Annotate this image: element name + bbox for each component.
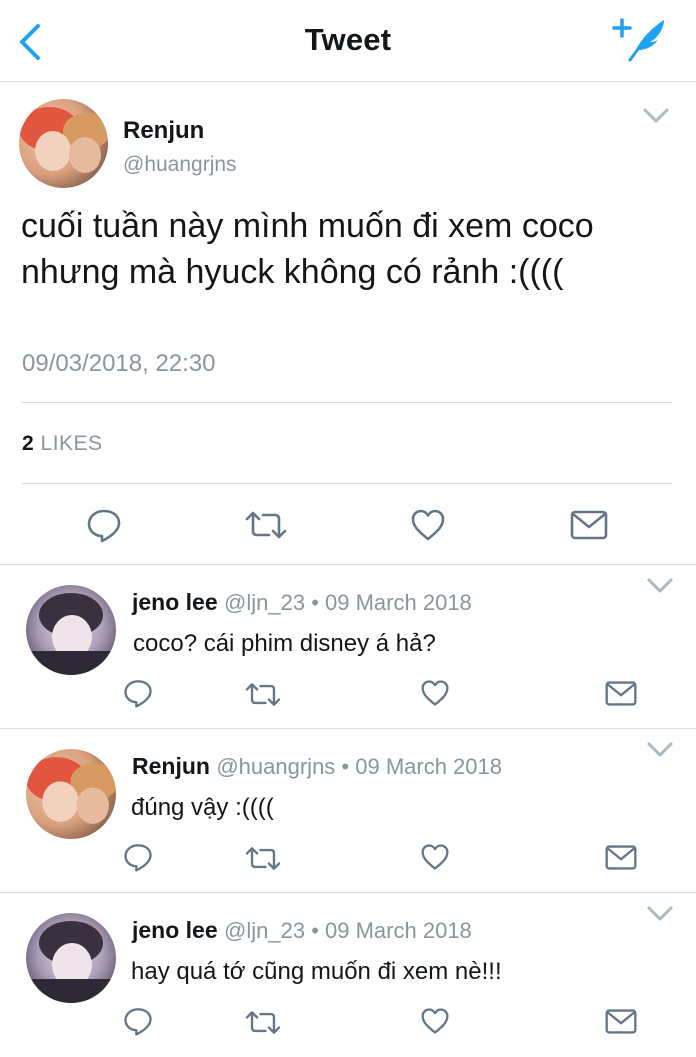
user-handle[interactable]: @huangrjns (123, 153, 237, 177)
avatar[interactable] (26, 585, 116, 675)
retweet-icon[interactable] (245, 509, 287, 546)
like-icon[interactable] (420, 1007, 450, 1040)
reply-header: Renjun @huangrjns • 09 March 2018 (132, 753, 502, 780)
likes-count[interactable]: 2 LIKES (22, 432, 103, 456)
chevron-down-icon[interactable] (642, 107, 670, 125)
reply-header: jeno lee @ljn_23 • 09 March 2018 (132, 917, 472, 944)
retweet-icon[interactable] (245, 1009, 281, 1041)
page-title: Tweet (304, 22, 392, 57)
tweet-text: cuối tuần này mình muốn đi xem coco nhưn… (21, 207, 594, 291)
like-icon[interactable] (410, 508, 446, 547)
reply-text: coco? cái phim disney á hả? (133, 630, 436, 657)
reply-icon[interactable] (86, 507, 122, 548)
reply-header: jeno lee @ljn_23 • 09 March 2018 (132, 589, 472, 616)
reply-icon[interactable] (123, 1006, 153, 1041)
avatar[interactable] (26, 913, 116, 1003)
reply-meta: @ljn_23 • 09 March 2018 (224, 590, 472, 615)
retweet-icon[interactable] (245, 845, 281, 877)
display-name[interactable]: jeno lee (132, 917, 218, 943)
reply-tweet: jeno lee @ljn_23 • 09 March 2018 hay quá… (0, 893, 696, 1057)
chevron-down-icon[interactable] (646, 577, 674, 595)
reply-icon[interactable] (123, 678, 153, 713)
divider (22, 402, 672, 403)
likes-label: LIKES (40, 432, 103, 455)
message-icon[interactable] (605, 680, 637, 712)
reply-meta: @huangrjns • 09 March 2018 (216, 754, 502, 779)
reply-icon[interactable] (123, 842, 153, 877)
display-name[interactable]: Renjun (132, 753, 210, 779)
reply-tweet: jeno lee @ljn_23 • 09 March 2018 coco? c… (0, 565, 696, 729)
reply-meta: @ljn_23 • 09 March 2018 (224, 918, 472, 943)
display-name[interactable]: Renjun (123, 117, 204, 145)
reply-text: hay quá tớ cũng muốn đi xem nè!!! (131, 958, 502, 985)
like-icon[interactable] (420, 679, 450, 712)
display-name[interactable]: jeno lee (132, 589, 218, 615)
message-icon[interactable] (605, 1008, 637, 1040)
main-tweet: Renjun @huangrjns cuối tuần này mình muố… (0, 83, 696, 565)
avatar[interactable] (19, 99, 108, 188)
likes-number: 2 (22, 432, 35, 455)
retweet-icon[interactable] (245, 681, 281, 713)
message-icon[interactable] (570, 509, 608, 546)
reply-text: đúng vậy :(((( (131, 794, 274, 821)
top-navigation-bar: Tweet (0, 0, 696, 82)
chevron-down-icon[interactable] (646, 741, 674, 759)
chevron-down-icon[interactable] (646, 905, 674, 923)
reply-tweet: Renjun @huangrjns • 09 March 2018 đúng v… (0, 729, 696, 893)
tweet-timestamp: 09/03/2018, 22:30 (22, 350, 216, 377)
message-icon[interactable] (605, 844, 637, 876)
compose-feather-icon[interactable] (612, 14, 670, 64)
avatar[interactable] (26, 749, 116, 839)
like-icon[interactable] (420, 843, 450, 876)
divider (22, 483, 672, 484)
